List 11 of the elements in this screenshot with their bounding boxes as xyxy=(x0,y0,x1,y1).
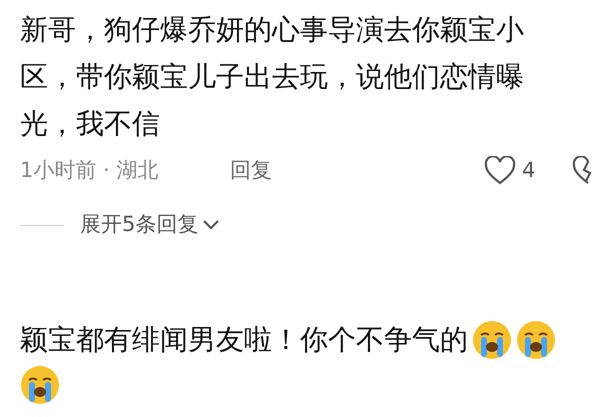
chevron-down-icon xyxy=(202,219,220,231)
comment-text: 颖宝都有绯闻男友啦！你个不争气的 xyxy=(20,322,468,358)
comment-meta: 1小时前 · 湖北 xyxy=(20,157,160,184)
crying-face-icon xyxy=(472,320,512,360)
reply-button[interactable]: 回复 xyxy=(230,155,272,187)
comment-text: 新哥，狗仔爆乔妍的心事导演去你颖宝小 区，带你颖宝儿子出去玩，说他们恋情曝 光，我不信 xyxy=(20,12,525,142)
heart-icon[interactable] xyxy=(484,156,516,186)
expand-replies-button[interactable]: 展开5条回复 xyxy=(80,209,220,241)
like-count: 4 xyxy=(522,157,536,184)
crying-face-icon xyxy=(20,365,60,405)
crying-face-icon xyxy=(516,320,556,360)
